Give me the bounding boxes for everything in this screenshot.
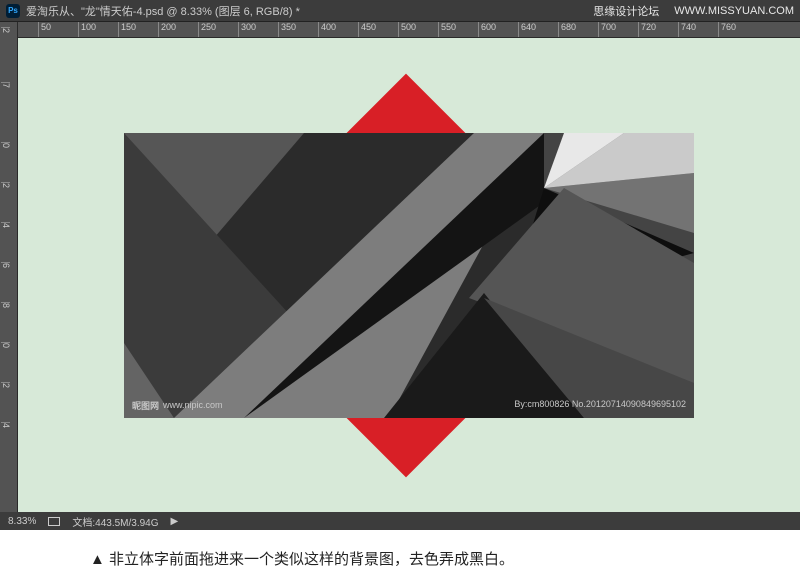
window-arrange-icon[interactable] bbox=[48, 517, 60, 526]
horizontal-ruler[interactable]: 50 100 150 200 250 300 350 400 450 500 550 600 640 68… bbox=[18, 22, 800, 38]
ruler-tick: 680 bbox=[558, 22, 576, 38]
photoshop-icon: Ps bbox=[6, 4, 20, 18]
titlebar-watermark: 思缘设计论坛 WWW.MISSYUAN.COM bbox=[593, 3, 794, 19]
nipic-logo-text: 昵图网 bbox=[132, 399, 159, 412]
ruler-tick: 640 bbox=[518, 22, 536, 38]
geo-svg bbox=[124, 133, 694, 418]
geometric-bg-image: 昵图网 www.nipic.com By:cm800826 No.2012071… bbox=[124, 133, 694, 418]
ruler-tick: 2 bbox=[1, 27, 10, 33]
ruler-tick: 740 bbox=[678, 22, 696, 38]
status-arrow-icon[interactable]: ▶ bbox=[171, 516, 179, 527]
ruler-tick: 2 bbox=[1, 382, 10, 388]
status-bar: 8.33% 文档:443.5M/3.94G ▶ bbox=[0, 512, 800, 530]
ruler-tick: 550 bbox=[438, 22, 456, 38]
ruler-tick: 400 bbox=[318, 22, 336, 38]
ruler-tick: 0 bbox=[1, 342, 10, 348]
ruler-tick: 7 bbox=[1, 82, 10, 88]
doc-size[interactable]: 文档:443.5M/3.94G bbox=[72, 514, 158, 529]
tutorial-caption: ▲ 非立体字前面拖进来一个类似这样的背景图，去色弄成黑白。 bbox=[0, 530, 800, 579]
zoom-level[interactable]: 8.33% bbox=[8, 516, 36, 527]
forum-url: WWW.MISSYUAN.COM bbox=[674, 5, 794, 17]
ruler-tick: 4 bbox=[1, 422, 10, 428]
ruler-tick: 500 bbox=[398, 22, 416, 38]
ruler-tick: 350 bbox=[278, 22, 296, 38]
ruler-tick: 4 bbox=[1, 222, 10, 228]
ruler-tick: 200 bbox=[158, 22, 176, 38]
ruler-tick: 700 bbox=[598, 22, 616, 38]
artwork-footer: 昵图网 www.nipic.com By:cm800826 No.2012071… bbox=[132, 399, 686, 412]
titlebar: Ps 爱淘乐从、"龙"情天佑-4.psd @ 8.33% (图层 6, RGB/… bbox=[0, 0, 800, 22]
ruler-tick: 50 bbox=[38, 22, 51, 38]
photoshop-app: Ps 爱淘乐从、"龙"情天佑-4.psd @ 8.33% (图层 6, RGB/… bbox=[0, 0, 800, 530]
ruler-tick: 450 bbox=[358, 22, 376, 38]
ruler-tick: 720 bbox=[638, 22, 656, 38]
ruler-tick: 2 bbox=[1, 182, 10, 188]
ruler-tick: 250 bbox=[198, 22, 216, 38]
canvas[interactable]: 昵图网 www.nipic.com By:cm800826 No.2012071… bbox=[18, 38, 800, 512]
artwork-document: 昵图网 www.nipic.com By:cm800826 No.2012071… bbox=[124, 103, 694, 448]
vertical-ruler[interactable]: 2 7 0 2 4 6 8 0 2 4 bbox=[0, 22, 18, 512]
ruler-tick: 760 bbox=[718, 22, 736, 38]
document-title: 爱淘乐从、"龙"情天佑-4.psd @ 8.33% (图层 6, RGB/8) … bbox=[26, 3, 300, 19]
ruler-tick: 6 bbox=[1, 262, 10, 268]
ruler-tick: 600 bbox=[478, 22, 496, 38]
nipic-url: www.nipic.com bbox=[163, 400, 223, 410]
artwork-credit: By:cm800826 No.20120714090849695102 bbox=[514, 399, 686, 412]
ruler-tick: 0 bbox=[1, 142, 10, 148]
ruler-tick: 300 bbox=[238, 22, 256, 38]
ruler-tick: 150 bbox=[118, 22, 136, 38]
forum-name: 思缘设计论坛 bbox=[593, 3, 659, 19]
ruler-tick: 8 bbox=[1, 302, 10, 308]
ruler-tick: 100 bbox=[78, 22, 96, 38]
